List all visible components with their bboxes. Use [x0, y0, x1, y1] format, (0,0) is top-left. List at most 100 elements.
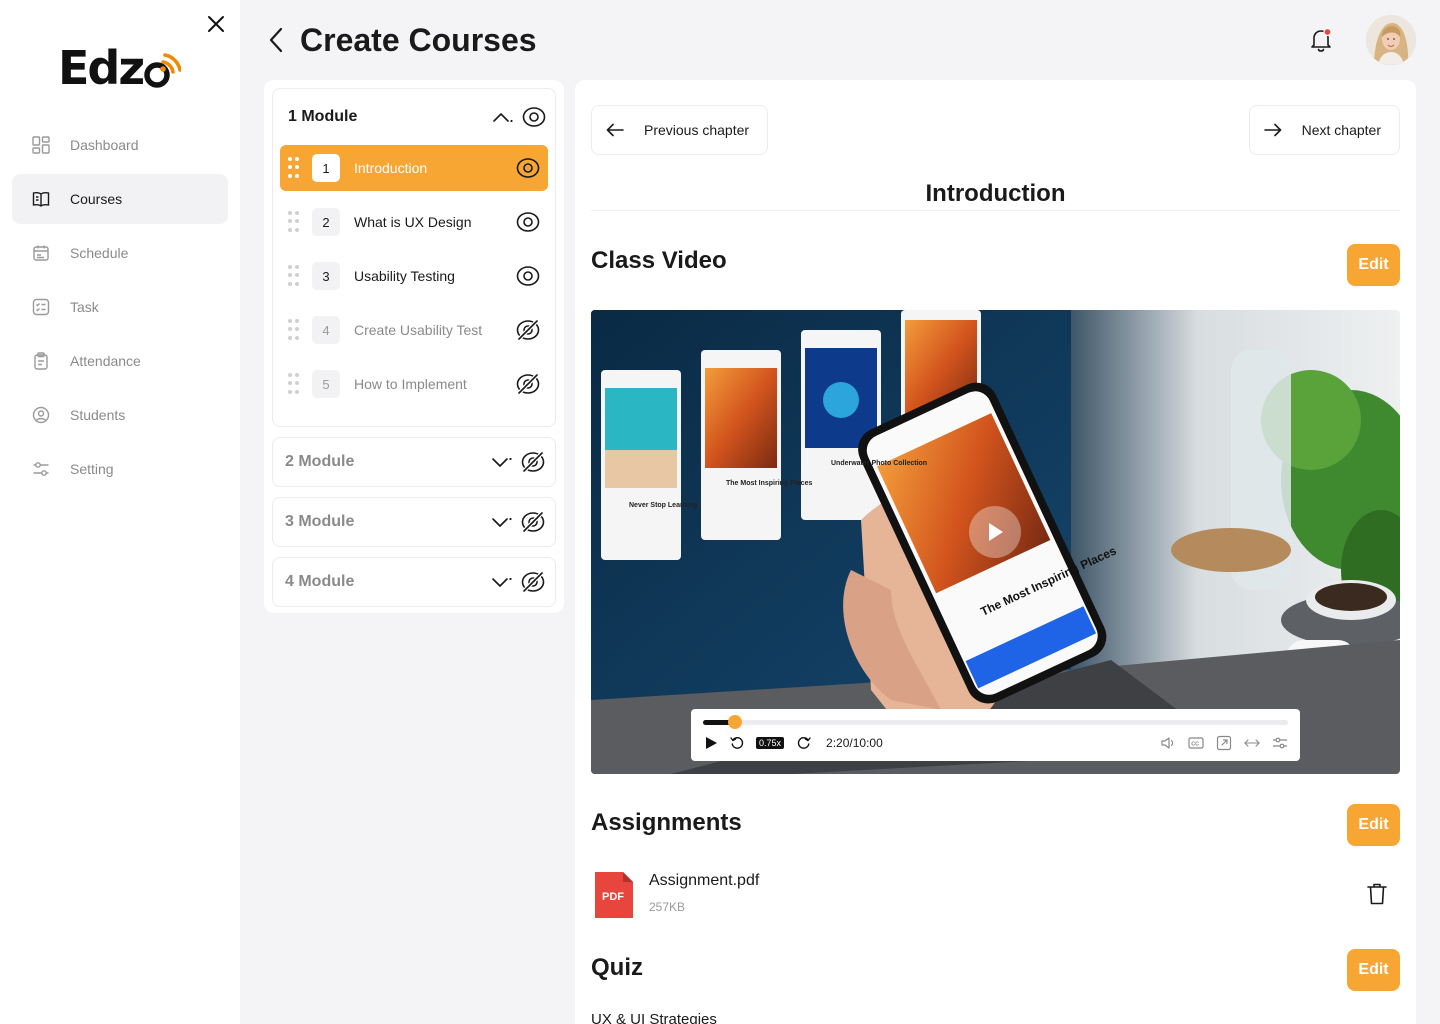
sidebar-item-setting[interactable]: Setting: [12, 444, 228, 494]
sidebar-item-label: Courses: [70, 191, 123, 207]
chapter-item-introduction[interactable]: 1 Introduction: [280, 145, 548, 191]
chevron-left-icon: [269, 27, 283, 53]
module-title: 2 Module: [285, 453, 355, 470]
eye-off-icon[interactable]: [516, 318, 540, 342]
assignments-heading: Assignments: [591, 809, 742, 836]
module-2[interactable]: 2 Module: [272, 437, 556, 487]
book-icon: [32, 190, 50, 208]
trash-icon: [1367, 883, 1387, 905]
sidebar-item-schedule[interactable]: Schedule: [12, 228, 228, 278]
sidebar-item-label: Schedule: [70, 245, 129, 261]
eye-off-icon[interactable]: [516, 372, 540, 396]
class-video-heading: Class Video: [591, 247, 727, 274]
sidebar-nav: Dashboard Courses Schedule Task Attendan…: [12, 120, 228, 498]
delete-assignment-button[interactable]: [1366, 882, 1388, 906]
chevron-down-icon[interactable]: [491, 575, 513, 589]
close-sidebar-button[interactable]: [204, 12, 228, 36]
task-icon: [32, 298, 50, 316]
eye-off-icon[interactable]: [521, 510, 545, 534]
divider: [591, 210, 1400, 211]
previous-chapter-label: Previous chapter: [644, 122, 750, 138]
module-title: 4 Module: [285, 573, 355, 590]
avatar[interactable]: [1366, 15, 1416, 65]
module-title: 1 Module: [288, 108, 358, 125]
drag-handle-icon[interactable]: [288, 211, 299, 233]
next-chapter-button[interactable]: Next chapter: [1248, 105, 1400, 155]
notifications-button[interactable]: [1308, 26, 1334, 54]
quiz-item[interactable]: UX & UI Strategies: [591, 1011, 717, 1024]
progress-scrubber[interactable]: [728, 715, 743, 729]
sidebar-item-courses[interactable]: Courses: [12, 174, 228, 224]
module-header[interactable]: 1 Module: [280, 89, 548, 145]
sidebar-item-students[interactable]: Students: [12, 390, 228, 440]
playback-speed-button[interactable]: 0.75x: [756, 737, 785, 749]
progress-track[interactable]: [703, 715, 1288, 729]
drag-handle-icon[interactable]: [288, 157, 299, 179]
eye-icon[interactable]: [516, 264, 540, 288]
eye-off-icon[interactable]: [521, 570, 545, 594]
chevron-down-icon[interactable]: [491, 455, 513, 469]
play-icon[interactable]: [703, 735, 719, 751]
video-time: 2:20/10:00: [826, 736, 883, 750]
volume-icon[interactable]: [1160, 735, 1176, 751]
chapter-label: How to Implement: [354, 376, 467, 392]
module-1: 1 Module 1 Introduction 2 What is UX Des…: [272, 88, 556, 427]
chevron-up-icon[interactable]: [492, 110, 514, 124]
logo[interactable]: Edz: [58, 42, 182, 94]
next-chapter-label: Next chapter: [1301, 122, 1381, 138]
drag-handle-icon[interactable]: [288, 265, 299, 287]
edit-quiz-button[interactable]: Edit: [1347, 949, 1400, 991]
chapter-editor: Previous chapter Next chapter Introducti…: [575, 80, 1416, 1024]
eye-icon[interactable]: [516, 210, 540, 234]
assignment-file[interactable]: PDF Assignment.pdf 257KB: [593, 870, 759, 920]
calendar-icon: [32, 244, 50, 262]
module-4[interactable]: 4 Module: [272, 557, 556, 607]
module-3[interactable]: 3 Module: [272, 497, 556, 547]
sidebar-item-attendance[interactable]: Attendance: [12, 336, 228, 386]
drag-handle-icon[interactable]: [288, 373, 299, 395]
rewind-icon[interactable]: [729, 735, 745, 751]
user-icon: [32, 406, 50, 424]
card-text-1: Never Stop Learning: [629, 502, 697, 509]
module-title: 3 Module: [285, 513, 355, 530]
forward-icon[interactable]: [796, 735, 812, 751]
chevron-down-icon[interactable]: [491, 515, 513, 529]
sidebar-item-label: Task: [70, 299, 99, 315]
sidebar-item-dashboard[interactable]: Dashboard: [12, 120, 228, 170]
previous-chapter-button[interactable]: Previous chapter: [591, 105, 769, 155]
drag-handle-icon[interactable]: [288, 319, 299, 341]
svg-text:CC: CC: [1191, 742, 1199, 748]
fullscreen-icon[interactable]: [1244, 735, 1260, 751]
play-overlay-button[interactable]: [969, 506, 1021, 558]
chapter-number: 5: [312, 370, 340, 398]
edit-assignments-button[interactable]: Edit: [1347, 804, 1400, 846]
clipboard-icon: [32, 352, 50, 370]
sidebar: Edz Dashboard Courses Schedule Task Atte…: [0, 0, 240, 1024]
pip-icon[interactable]: [1216, 735, 1232, 751]
eye-off-icon[interactable]: [521, 450, 545, 474]
sidebar-item-task[interactable]: Task: [12, 282, 228, 332]
video-controls: 0.75x 2:20/10:00 CC: [691, 709, 1300, 761]
chapter-label: What is UX Design: [354, 214, 472, 230]
back-button[interactable]: [268, 26, 292, 54]
chapter-label: Usability Testing: [354, 268, 455, 284]
chapter-item-how-to-implement[interactable]: 5 How to Implement: [280, 361, 548, 407]
chapter-number: 2: [312, 208, 340, 236]
class-video-player[interactable]: Never Stop Learning The Most Inspiring P…: [591, 310, 1400, 774]
chapter-number: 3: [312, 262, 340, 290]
eye-icon[interactable]: [516, 156, 540, 180]
pdf-file-icon: PDF: [593, 870, 635, 920]
quiz-heading: Quiz: [591, 954, 643, 981]
pdf-badge-text: PDF: [602, 891, 624, 903]
settings-sliders-icon[interactable]: [1272, 735, 1288, 751]
chapter-item-create-usability-test[interactable]: 4 Create Usability Test: [280, 307, 548, 353]
chapter-label: Introduction: [354, 160, 428, 176]
captions-icon[interactable]: CC: [1188, 735, 1204, 751]
arrow-right-icon: [1263, 121, 1286, 139]
chapter-label: Create Usability Test: [354, 322, 483, 338]
chapter-item-what-is-ux-design[interactable]: 2 What is UX Design: [280, 199, 548, 245]
chapter-item-usability-testing[interactable]: 3 Usability Testing: [280, 253, 548, 299]
edit-video-button[interactable]: Edit: [1347, 244, 1400, 286]
dashboard-icon: [32, 136, 50, 154]
eye-icon[interactable]: [522, 105, 546, 129]
